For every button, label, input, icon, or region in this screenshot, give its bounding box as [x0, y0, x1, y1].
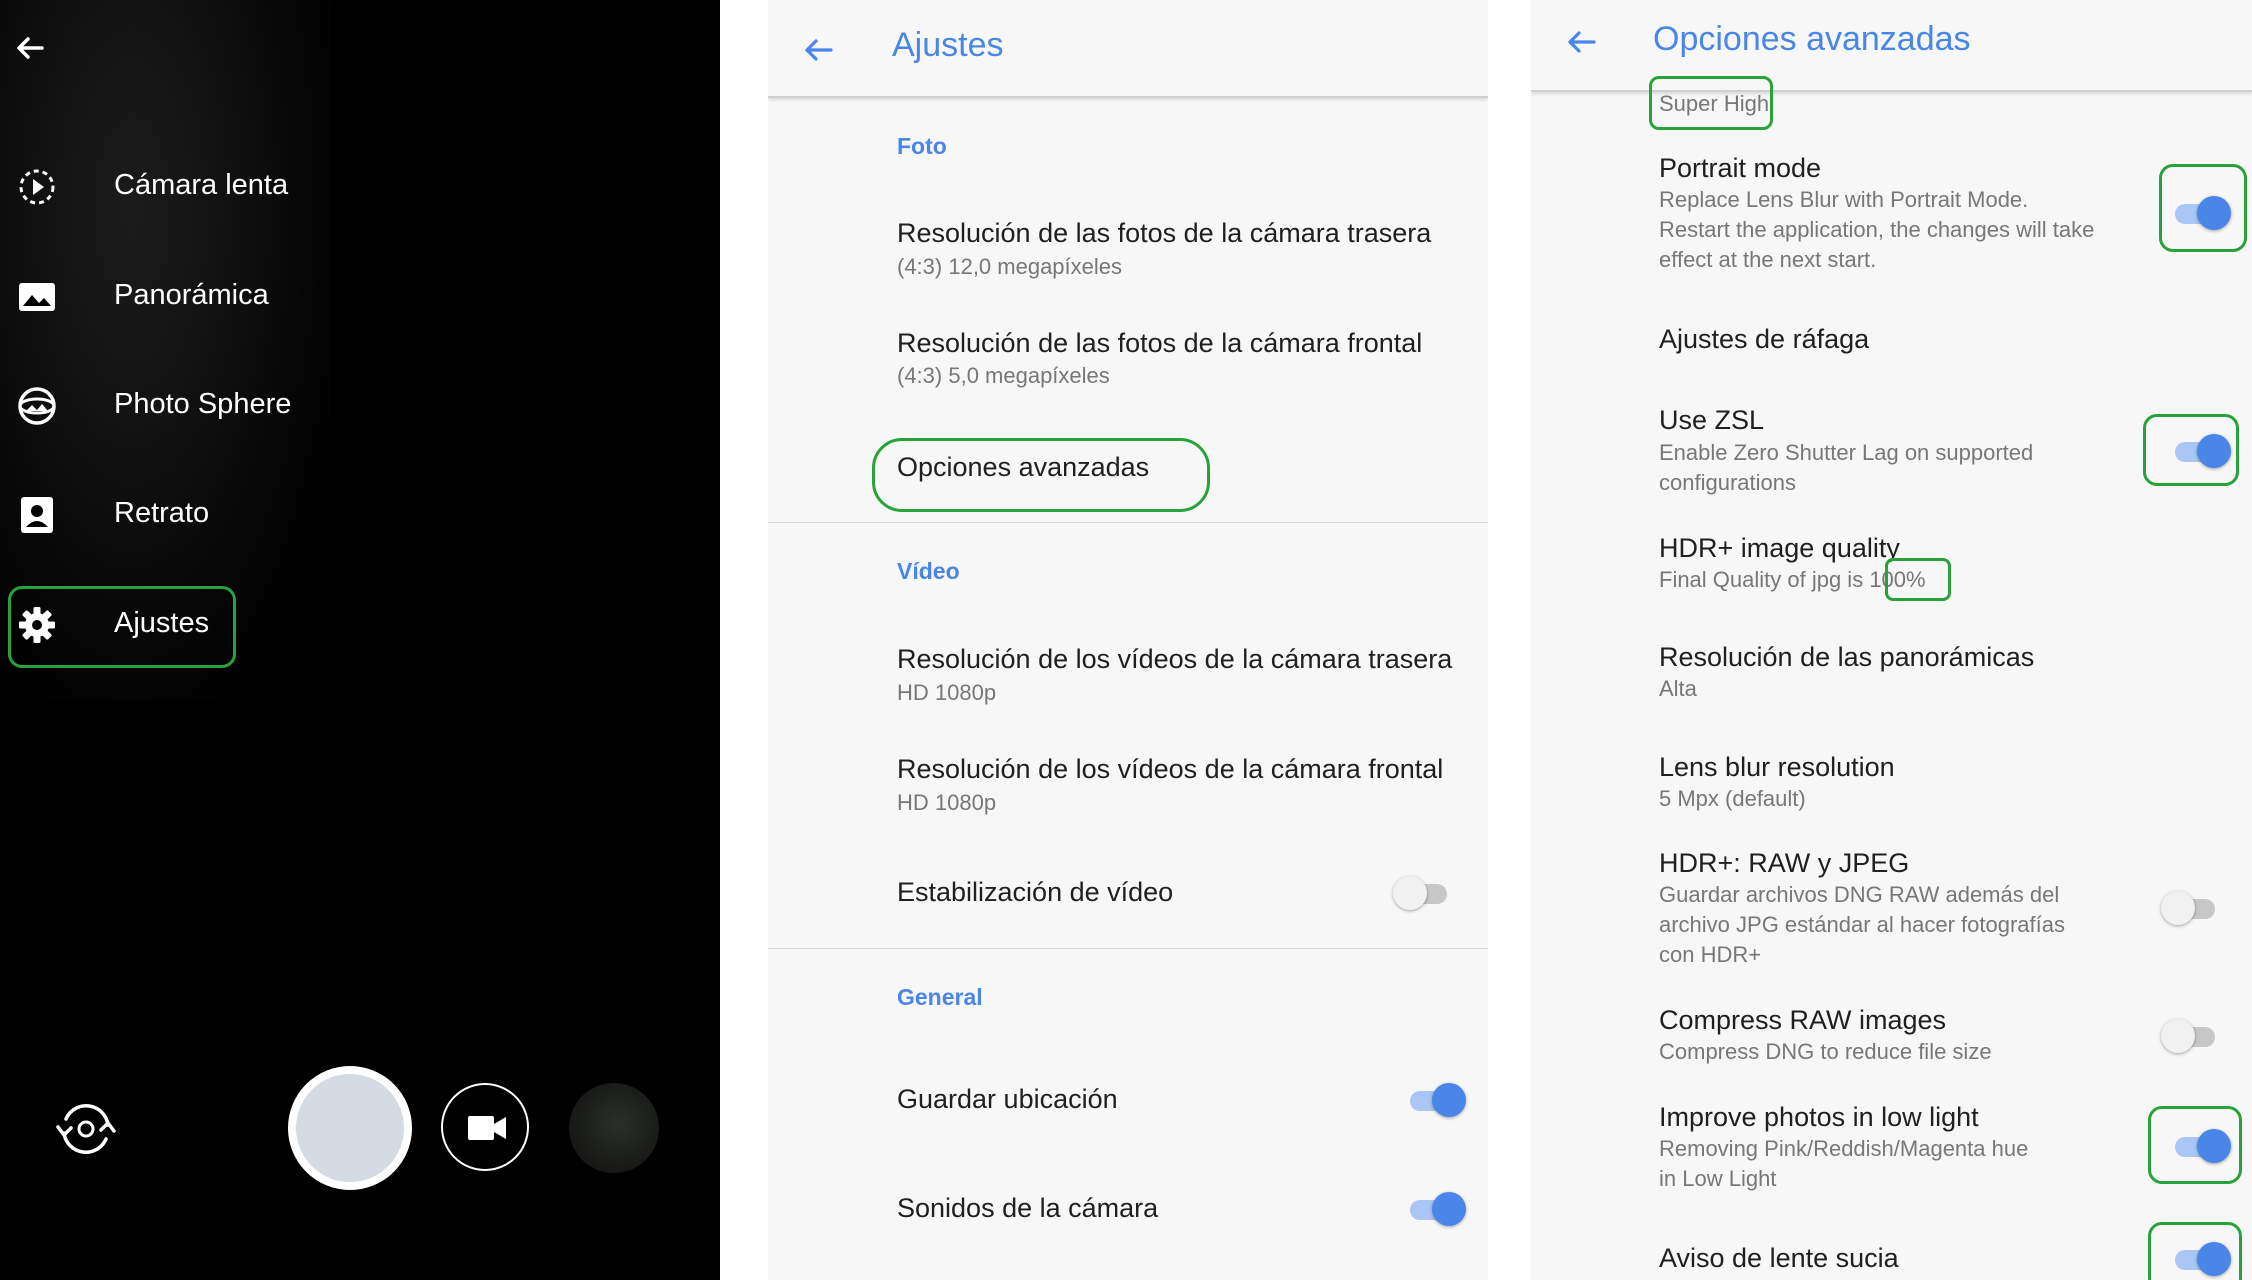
item-title: Resolución de los vídeos de la cámara fr… — [897, 754, 1444, 784]
item-title: Resolución de las fotos de la cámara tra… — [897, 218, 1432, 248]
item-description: in Low Light — [1659, 1166, 1777, 1191]
menu-item-panorama[interactable]: Panorámica — [0, 252, 330, 342]
menu-item-photo-sphere[interactable]: Photo Sphere — [0, 361, 330, 451]
section-header-photo: Foto — [897, 133, 947, 159]
section-header-general: General — [897, 984, 983, 1010]
menu-item-label: Panorámica — [114, 279, 269, 311]
item-title: Improve photos in low light — [1659, 1102, 1979, 1132]
item-description: Removing Pink/Reddish/Magenta hue — [1659, 1136, 2029, 1161]
settings-screen: Ajustes Foto Resolución de las fotos de … — [768, 0, 1488, 1280]
item-description: Final Quality of jpg is 100% — [1659, 565, 1926, 595]
item-value: (4:3) 12,0 megapíxeles — [897, 254, 1123, 279]
shutter-button[interactable] — [288, 1066, 412, 1190]
page-title: Opciones avanzadas — [1653, 20, 1971, 58]
item-title: Lens blur resolution — [1659, 752, 1895, 782]
item-title: Aviso de lente sucia — [1659, 1243, 1899, 1273]
back-arrow-icon[interactable] — [798, 30, 838, 70]
item-value: Alta — [1659, 676, 1697, 701]
menu-item-label: Retrato — [114, 497, 210, 529]
advanced-options-screen: Opciones avanzadas Super High Portrait m… — [1531, 0, 2252, 1280]
section-divider — [768, 522, 1488, 523]
portrait-icon — [21, 497, 53, 533]
menu-item-portrait[interactable]: Retrato — [0, 470, 330, 560]
item-title: Sonidos de la cámara — [897, 1193, 1159, 1223]
save-location-toggle[interactable] — [1406, 1080, 1466, 1120]
page-title: Ajustes — [892, 26, 1004, 64]
item-value: (4:3) 5,0 megapíxeles — [897, 363, 1110, 388]
item-title: Estabilización de vídeo — [897, 877, 1174, 907]
item-title: Resolución de las panorámicas — [1659, 642, 2035, 672]
slow-motion-icon — [19, 169, 55, 205]
camera-sounds-toggle[interactable] — [1406, 1189, 1466, 1229]
item-title: Use ZSL — [1659, 405, 1765, 435]
hdr-raw-toggle[interactable] — [2161, 888, 2221, 928]
camera-mode-drawer: Cámara lenta Panorámica Photo Sphere Ret… — [0, 0, 720, 1280]
advanced-options-item[interactable]: Opciones avanzadas — [897, 452, 1149, 483]
back-arrow-icon[interactable] — [10, 28, 50, 68]
advanced-app-bar: Opciones avanzadas — [1531, 0, 2252, 92]
menu-item-slow-motion[interactable]: Cámara lenta — [0, 142, 330, 232]
compress-raw-toggle[interactable] — [2161, 1016, 2221, 1056]
item-description: Guardar archivos DNG RAW además del — [1659, 882, 2060, 907]
settings-app-bar: Ajustes — [768, 0, 1488, 98]
quality-value: 100% — [1869, 567, 1926, 592]
item-description: Restart the application, the changes wil… — [1659, 217, 2095, 242]
back-arrow-icon[interactable] — [1561, 22, 1601, 62]
menu-item-label: Ajustes — [114, 607, 210, 639]
photo-sphere-icon — [18, 387, 56, 425]
use-zsl-toggle[interactable] — [2171, 431, 2231, 471]
quality-prefix: Final Quality of jpg is — [1659, 567, 1870, 592]
menu-item-settings[interactable]: Ajustes — [0, 580, 330, 670]
item-title: Resolución de las fotos de la cámara fro… — [897, 328, 1423, 358]
item-description: effect at the next start. — [1659, 247, 1877, 272]
item-description: Enable Zero Shutter Lag on supported — [1659, 440, 2034, 465]
dirty-lens-toggle[interactable] — [2171, 1239, 2231, 1279]
gear-icon — [19, 607, 55, 643]
item-title: HDR+: RAW y JPEG — [1659, 848, 1910, 878]
item-title: Guardar ubicación — [897, 1084, 1118, 1114]
item-description: Compress DNG to reduce file size — [1659, 1039, 1992, 1064]
item-value: HD 1080p — [897, 680, 997, 705]
menu-item-label: Cámara lenta — [114, 169, 289, 201]
item-value: 5 Mpx (default) — [1659, 786, 1806, 811]
item-title: Resolución de los vídeos de la cámara tr… — [897, 644, 1453, 674]
item-description: configurations — [1659, 470, 1796, 495]
item-value: HD 1080p — [897, 790, 997, 815]
panorama-icon — [19, 283, 55, 311]
section-divider — [768, 948, 1488, 949]
video-mode-button[interactable] — [441, 1083, 529, 1171]
item-description: con HDR+ — [1659, 942, 1762, 967]
video-camera-icon — [468, 1116, 506, 1140]
item-title: Portrait mode — [1659, 153, 1822, 183]
low-light-toggle[interactable] — [2171, 1126, 2231, 1166]
section-header-video: Vídeo — [897, 558, 960, 584]
portrait-mode-toggle[interactable] — [2171, 193, 2231, 233]
stabilization-toggle[interactable] — [1393, 873, 1453, 913]
item-description: archivo JPG estándar al hacer fotografía… — [1659, 912, 2065, 937]
item-value: Super High — [1659, 91, 1770, 116]
switch-camera-icon[interactable] — [50, 1093, 122, 1165]
gallery-thumbnail[interactable] — [569, 1083, 659, 1173]
item-description: Replace Lens Blur with Portrait Mode. — [1659, 187, 2029, 212]
burst-settings-item[interactable]: Ajustes de ráfaga — [1659, 324, 1869, 355]
item-title: HDR+ image quality — [1659, 533, 1900, 563]
menu-item-label: Photo Sphere — [114, 388, 292, 420]
item-title: Compress RAW images — [1659, 1005, 1947, 1035]
